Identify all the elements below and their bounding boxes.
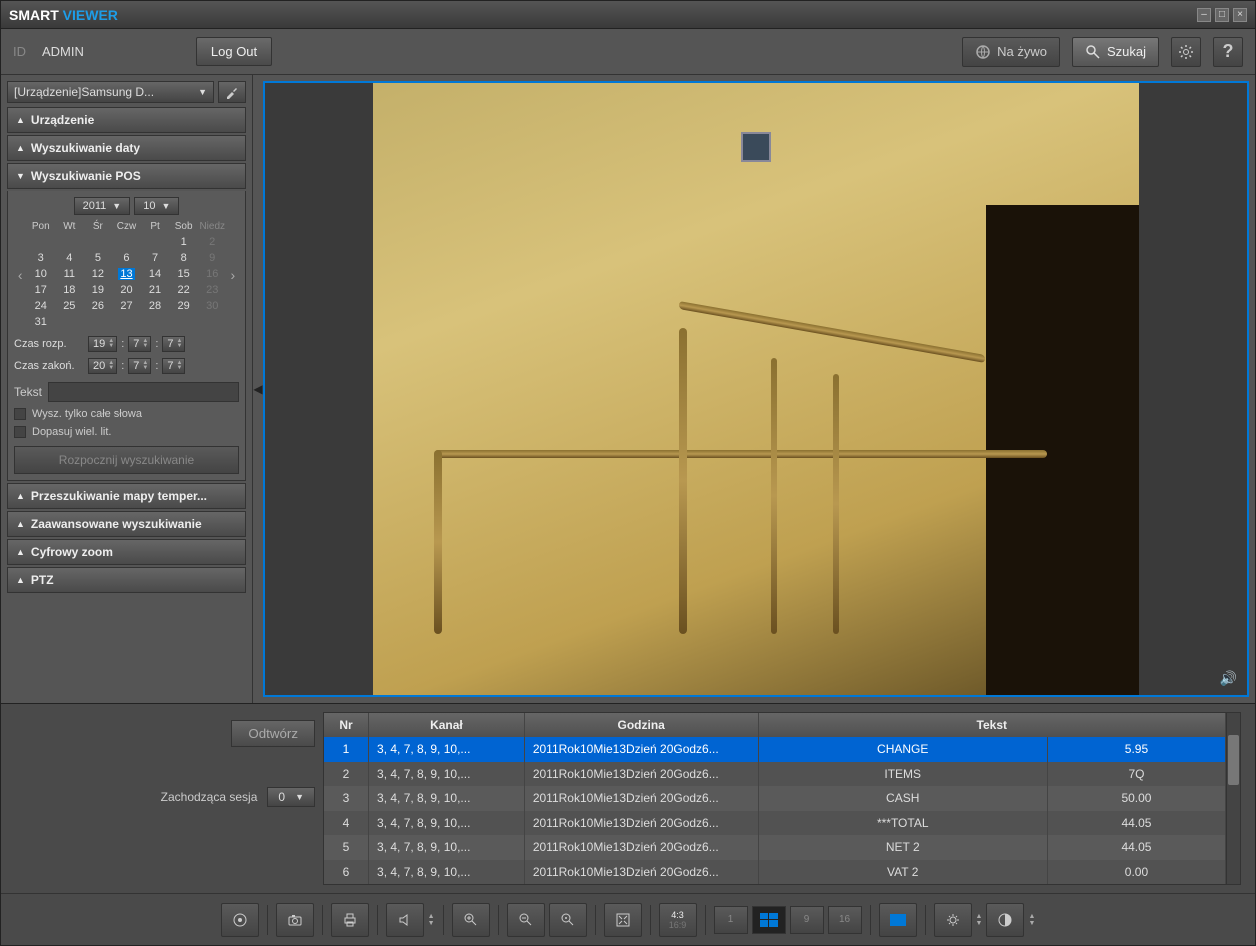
match-case-checkbox[interactable]	[14, 426, 26, 438]
table-row[interactable]: 53, 4, 7, 8, 9, 10,...2011Rok10Mie13Dzie…	[324, 835, 1226, 860]
time-start-label: Czas rozp.	[14, 338, 84, 350]
time-end-label: Czas zakoń.	[14, 360, 84, 372]
table-row[interactable]: 23, 4, 7, 8, 9, 10,...2011Rok10Mie13Dzie…	[324, 762, 1226, 787]
results-table: Nr Kanał Godzina Tekst 13, 4, 7, 8, 9, 1…	[323, 712, 1241, 885]
camera-icon	[287, 912, 303, 928]
video-viewer[interactable]: 🔊	[263, 81, 1249, 697]
fullscreen-button[interactable]	[604, 903, 642, 937]
question-icon: ?	[1223, 41, 1234, 62]
fullscreen-icon	[615, 912, 631, 928]
time-end-s[interactable]: 7▲▼	[162, 358, 185, 374]
results-scrollbar[interactable]	[1226, 713, 1240, 884]
zoom-out-button[interactable]	[507, 903, 545, 937]
search-mode-button[interactable]: Szukaj	[1072, 37, 1159, 67]
section-ptz[interactable]: ▲PTZ	[7, 567, 246, 593]
globe-icon	[975, 44, 991, 60]
contrast-button[interactable]	[986, 903, 1024, 937]
time-start-s[interactable]: 7▲▼	[162, 336, 185, 352]
table-row[interactable]: 13, 4, 7, 8, 9, 10,...2011Rok10Mie13Dzie…	[324, 737, 1226, 762]
section-advanced[interactable]: ▲Zaawansowane wyszukiwanie	[7, 511, 246, 537]
print-button[interactable]	[331, 903, 369, 937]
brightness-icon	[945, 912, 961, 928]
sidebar-toggle[interactable]: ◀	[253, 75, 263, 703]
maximize-button[interactable]: □	[1215, 8, 1229, 22]
volume-down-icon[interactable]: ▼	[428, 920, 435, 927]
snapshot-button[interactable]	[276, 903, 314, 937]
time-start-m[interactable]: 7▲▼	[128, 336, 151, 352]
zoom-reset-icon	[560, 912, 576, 928]
section-date-search[interactable]: ▲Wyszukiwanie daty	[7, 135, 246, 161]
time-end-h[interactable]: 20▲▼	[88, 358, 117, 374]
layout-16-button[interactable]: 16	[828, 906, 862, 934]
brightness-button[interactable]	[934, 903, 972, 937]
camera-feed	[373, 83, 1139, 695]
titlebar: SMART VIEWER – □ ×	[1, 1, 1255, 29]
live-mode-button[interactable]: Na żywo	[962, 37, 1060, 67]
volume-button[interactable]	[386, 903, 424, 937]
disc-icon	[232, 912, 248, 928]
whole-words-checkbox[interactable]	[14, 408, 26, 420]
section-device[interactable]: ▲Urządzenie	[7, 107, 246, 133]
zoom-in-button[interactable]	[452, 903, 490, 937]
pipette-icon	[224, 84, 240, 100]
contrast-icon	[997, 912, 1013, 928]
table-row[interactable]: 63, 4, 7, 8, 9, 10,...2011Rok10Mie13Dzie…	[324, 860, 1226, 885]
speaker-icon	[397, 912, 413, 928]
audio-icon[interactable]: 🔊	[1220, 670, 1237, 687]
cal-next[interactable]: ›	[227, 267, 239, 283]
zoom-reset-button[interactable]	[549, 903, 587, 937]
refresh-device-button[interactable]	[218, 81, 246, 103]
zoom-out-icon	[518, 912, 534, 928]
device-select[interactable]: [Urządzenie]Samsung D... ▼	[7, 81, 214, 103]
text-label: Tekst	[14, 385, 42, 399]
pos-search-body: 2011▼ 10▼ ‹ PonWtŚrCzwPtSobNiedz 12 3456…	[7, 191, 246, 481]
calendar-selected-day[interactable]: 13	[112, 266, 141, 282]
monitor-button[interactable]	[879, 903, 917, 937]
play-button[interactable]: Odtwórz	[231, 720, 315, 747]
sidebar: [Urządzenie]Samsung D... ▼ ▲Urządzenie ▲…	[1, 75, 253, 703]
layout-1-button[interactable]: 1	[714, 906, 748, 934]
close-button[interactable]: ×	[1233, 8, 1247, 22]
logout-button[interactable]: Log Out	[196, 37, 272, 66]
id-label: ID	[13, 44, 26, 59]
playback-toolbar: ▲▼ 4:3 16:9 1 9 16 ▲▼ ▲▼	[1, 893, 1255, 945]
volume-up-icon[interactable]: ▲	[428, 913, 435, 920]
table-row[interactable]: 33, 4, 7, 8, 9, 10,...2011Rok10Mie13Dzie…	[324, 786, 1226, 811]
id-value: ADMIN	[42, 44, 84, 59]
session-label: Zachodząca sesja	[161, 790, 258, 804]
section-zoom[interactable]: ▲Cyfrowy zoom	[7, 539, 246, 565]
search-text-input[interactable]	[48, 382, 239, 402]
search-icon	[1085, 44, 1101, 60]
app-title: SMART VIEWER	[9, 7, 1197, 23]
month-select[interactable]: 10▼	[134, 197, 179, 215]
section-pos-search[interactable]: ▼Wyszukiwanie POS	[7, 163, 246, 189]
record-button[interactable]	[221, 903, 259, 937]
section-heatmap[interactable]: ▲Przeszukiwanie mapy temper...	[7, 483, 246, 509]
calendar: PonWtŚrCzwPtSobNiedz 12 3456789 10111213…	[26, 219, 226, 330]
aspect-ratio-button[interactable]: 4:3 16:9	[659, 903, 697, 937]
cal-prev[interactable]: ‹	[14, 267, 26, 283]
time-start-h[interactable]: 19▲▼	[88, 336, 117, 352]
layout-9-button[interactable]: 9	[790, 906, 824, 934]
start-search-button[interactable]: Rozpocznij wyszukiwanie	[14, 446, 239, 474]
table-row[interactable]: 43, 4, 7, 8, 9, 10,...2011Rok10Mie13Dzie…	[324, 811, 1226, 836]
settings-button[interactable]	[1171, 37, 1201, 67]
minimize-button[interactable]: –	[1197, 8, 1211, 22]
session-select[interactable]: 0▼	[267, 787, 315, 807]
zoom-in-icon	[463, 912, 479, 928]
chevron-down-icon: ▼	[198, 87, 207, 97]
year-select[interactable]: 2011▼	[74, 197, 131, 215]
help-button[interactable]: ?	[1213, 37, 1243, 67]
gear-icon	[1178, 44, 1194, 60]
bottom-panel: Odtwórz Zachodząca sesja 0▼ Nr Kanał God…	[1, 703, 1255, 945]
print-icon	[342, 912, 358, 928]
layout-4-button[interactable]	[752, 906, 786, 934]
topbar: ID ADMIN Log Out Na żywo Szukaj ?	[1, 29, 1255, 75]
time-end-m[interactable]: 7▲▼	[128, 358, 151, 374]
